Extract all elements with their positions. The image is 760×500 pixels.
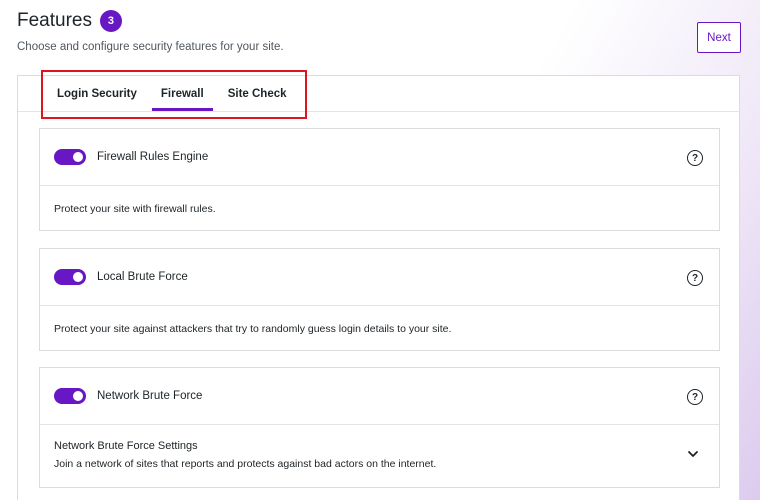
page-title: Features [17,10,92,31]
toggle-knob [73,391,83,401]
feature-card-header: Local Brute Force ? [40,249,719,306]
settings-description: Join a network of sites that reports and… [54,458,437,470]
feature-card-header: Network Brute Force ? [40,368,719,425]
features-panel: Login Security Firewall Site Check Firew… [17,75,740,500]
network-brute-force-toggle[interactable] [54,388,86,404]
feature-card-header: Firewall Rules Engine ? [40,129,719,186]
feature-card-network-brute-force: Network Brute Force ? Network Brute Forc… [39,367,720,488]
feature-card-local-brute-force: Local Brute Force ? Protect your site ag… [39,248,720,351]
help-icon[interactable]: ? [687,389,703,405]
title-row: Features 3 [17,10,284,32]
help-icon[interactable]: ? [687,150,703,166]
feature-title: Network Brute Force [97,390,203,402]
help-icon[interactable]: ? [687,270,703,286]
feature-description: Protect your site against attackers that… [54,323,452,335]
next-button[interactable]: Next [697,22,741,53]
firewall-rules-toggle[interactable] [54,149,86,165]
feature-title: Firewall Rules Engine [97,151,209,163]
tab-bar: Login Security Firewall Site Check [18,76,739,112]
local-brute-force-toggle[interactable] [54,269,86,285]
feature-card-firewall-rules: Firewall Rules Engine ? Protect your sit… [39,128,720,231]
tab-firewall[interactable]: Firewall [149,76,216,111]
count-badge: 3 [99,10,122,32]
tab-login-security[interactable]: Login Security [45,76,149,111]
toggle-knob [73,152,83,162]
page-header: Features 3 Choose and configure security… [17,10,284,53]
toggle-knob [73,272,83,282]
page-subtitle: Choose and configure security features f… [17,41,284,53]
feature-title: Local Brute Force [97,271,188,283]
tab-site-check[interactable]: Site Check [216,76,299,111]
chevron-down-icon [688,451,698,457]
network-brute-force-settings-toggle[interactable]: Network Brute Force Settings Join a netw… [40,425,719,487]
settings-title: Network Brute Force Settings [54,440,198,452]
feature-description: Protect your site with firewall rules. [54,203,216,215]
